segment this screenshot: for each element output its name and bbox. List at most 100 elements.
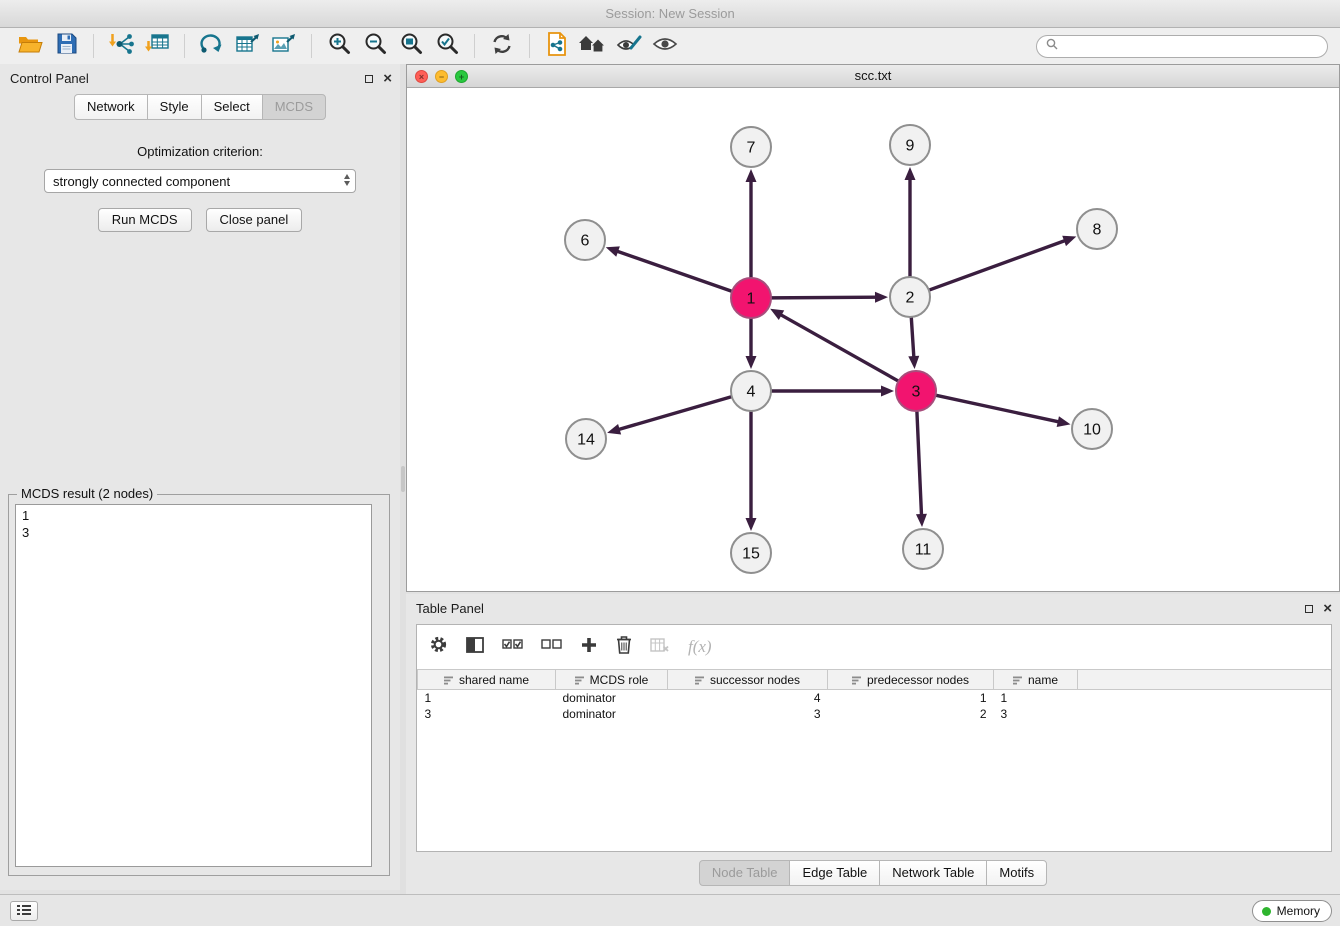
export-table-button[interactable]	[230, 31, 266, 61]
table-cell[interactable]: 3	[994, 706, 1078, 722]
apply-layout-button[interactable]	[194, 31, 230, 61]
zoom-in-button[interactable]	[321, 31, 357, 61]
graph-node-1[interactable]: 1	[731, 278, 771, 318]
mcds-result-list[interactable]: 13	[15, 504, 372, 867]
graph-edge-4-15[interactable]	[746, 411, 757, 531]
close-panel-icon[interactable]: ×	[383, 74, 392, 84]
optimization-criterion-select[interactable]: strongly connected component	[44, 169, 356, 193]
graph-node-6[interactable]: 6	[565, 220, 605, 260]
graph-node-11[interactable]: 11	[903, 529, 943, 569]
table-cell[interactable]: 3	[418, 706, 556, 722]
network-overview-button[interactable]	[539, 31, 575, 61]
open-session-button[interactable]	[12, 31, 48, 61]
column-header-shared-name[interactable]: shared name	[418, 670, 556, 690]
graph-edge-1-6[interactable]	[606, 246, 732, 291]
close-panel-button[interactable]: Close panel	[206, 208, 303, 232]
graph-edge-3-1[interactable]	[770, 309, 898, 381]
graph-edge-1-4[interactable]	[746, 318, 757, 369]
search-box[interactable]	[1036, 35, 1328, 58]
zoom-fit-button[interactable]	[393, 31, 429, 61]
table-cell[interactable]: 1	[418, 690, 556, 706]
svg-text:1: 1	[747, 291, 756, 308]
column-header-predecessor-nodes[interactable]: predecessor nodes	[828, 670, 994, 690]
tab-style[interactable]: Style	[147, 94, 202, 120]
delete-column-button[interactable]	[616, 635, 632, 659]
graph-node-4[interactable]: 4	[731, 371, 771, 411]
table-cell[interactable]: 1	[828, 690, 994, 706]
network-canvas[interactable]: 7 9 6 8 1 2 4 3 14 10 15 11	[407, 88, 1339, 591]
float-panel-button[interactable]	[365, 70, 373, 88]
graph-node-8[interactable]: 8	[1077, 209, 1117, 249]
zoom-out-button[interactable]	[357, 31, 393, 61]
deselect-all-button[interactable]	[541, 638, 562, 656]
graph-edge-3-11[interactable]	[916, 411, 927, 527]
save-floppy-icon	[56, 33, 77, 59]
table-cell[interactable]: 1	[994, 690, 1078, 706]
graph-edge-2-3[interactable]	[908, 317, 919, 369]
graph-edge-1-7[interactable]	[746, 169, 757, 278]
tab-motifs[interactable]: Motifs	[986, 860, 1047, 886]
graph-edge-4-14[interactable]	[607, 397, 732, 435]
run-mcds-button[interactable]: Run MCDS	[98, 208, 192, 232]
network-window-titlebar[interactable]: × − + scc.txt	[407, 65, 1339, 88]
zoom-fit-icon	[400, 32, 423, 60]
table-row[interactable]: 3dominator323	[418, 706, 1332, 722]
graph-node-2[interactable]: 2	[890, 277, 930, 317]
tab-network[interactable]: Network	[74, 94, 148, 120]
style-detail-button[interactable]	[611, 31, 647, 61]
graph-edge-2-9[interactable]	[905, 167, 916, 277]
show-hide-button[interactable]	[647, 31, 683, 61]
show-panels-button[interactable]	[10, 901, 38, 921]
minimize-window-button[interactable]: −	[435, 70, 448, 83]
graph-edge-3-10[interactable]	[936, 395, 1071, 427]
refresh-view-button[interactable]	[484, 31, 520, 61]
graph-node-7[interactable]: 7	[731, 127, 771, 167]
window-titlebar[interactable]: Session: New Session	[0, 0, 1340, 28]
tab-node-table[interactable]: Node Table	[699, 860, 791, 886]
zoom-selected-button[interactable]	[429, 31, 465, 61]
graph-edge-1-2[interactable]	[771, 292, 888, 303]
table-cell[interactable]: dominator	[556, 706, 668, 722]
show-columns-button[interactable]	[466, 637, 484, 658]
graph-edge-4-3[interactable]	[771, 386, 894, 397]
column-header-successor-nodes[interactable]: successor nodes	[668, 670, 828, 690]
svg-text:6: 6	[581, 233, 590, 250]
table-row[interactable]: 1dominator411	[418, 690, 1332, 706]
float-table-panel-button[interactable]	[1305, 600, 1313, 618]
select-all-button[interactable]	[502, 638, 523, 656]
graph-edge-2-8[interactable]	[929, 236, 1077, 290]
export-image-button[interactable]	[266, 31, 302, 61]
graph-node-14[interactable]: 14	[566, 419, 606, 459]
tab-mcds[interactable]: MCDS	[262, 94, 326, 120]
import-table-button[interactable]	[139, 31, 175, 61]
close-table-panel-icon[interactable]: ×	[1323, 604, 1332, 614]
create-column-button[interactable]	[580, 636, 598, 659]
table-cell[interactable]: 2	[828, 706, 994, 722]
graph-node-15[interactable]: 15	[731, 533, 771, 573]
table-cell[interactable]: dominator	[556, 690, 668, 706]
save-session-button[interactable]	[48, 31, 84, 61]
result-line: 1	[22, 507, 365, 524]
control-panel: Control Panel × NetworkStyleSelectMCDS O…	[0, 64, 400, 890]
table-settings-button[interactable]	[429, 635, 448, 659]
graph-node-3[interactable]: 3	[896, 371, 936, 411]
home-button[interactable]	[575, 31, 611, 61]
close-window-button[interactable]: ×	[415, 70, 428, 83]
tab-edge-table[interactable]: Edge Table	[789, 860, 880, 886]
memory-button[interactable]: Memory	[1252, 900, 1332, 922]
svg-text:8: 8	[1093, 222, 1102, 239]
table-cell[interactable]: 3	[668, 706, 828, 722]
graph-node-9[interactable]: 9	[890, 125, 930, 165]
column-header-mcds-role[interactable]: MCDS role	[556, 670, 668, 690]
column-header-name[interactable]: name	[994, 670, 1078, 690]
table-cell[interactable]: 4	[668, 690, 828, 706]
search-input[interactable]	[1064, 39, 1318, 53]
splitter-handle[interactable]	[401, 466, 405, 492]
function-builder-icon: f(x)	[688, 637, 712, 657]
float-panel-icon	[1305, 605, 1313, 613]
maximize-window-button[interactable]: +	[455, 70, 468, 83]
import-network-button[interactable]	[103, 31, 139, 61]
tab-select[interactable]: Select	[201, 94, 263, 120]
graph-node-10[interactable]: 10	[1072, 409, 1112, 449]
tab-network-table[interactable]: Network Table	[879, 860, 987, 886]
